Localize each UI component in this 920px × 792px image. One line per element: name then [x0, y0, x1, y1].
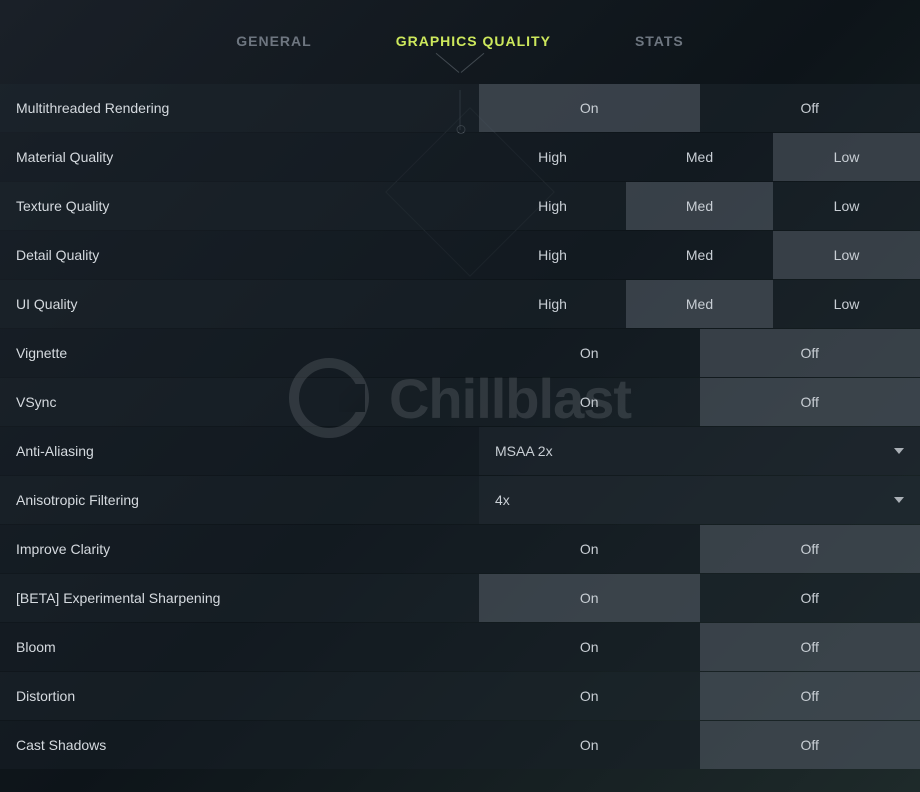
setting-row-texture-quality: Texture QualityHighMedLow [0, 182, 920, 230]
setting-label: UI Quality [0, 280, 479, 328]
option-group: HighMedLow [479, 280, 920, 328]
option-high[interactable]: High [479, 133, 626, 181]
option-on[interactable]: On [479, 84, 700, 132]
tabs-bar: GENERAL GRAPHICS QUALITY STATS [0, 12, 920, 70]
option-on[interactable]: On [479, 672, 700, 720]
option-on[interactable]: On [479, 574, 700, 622]
setting-label: Texture Quality [0, 182, 479, 230]
option-on[interactable]: On [479, 329, 700, 377]
option-off[interactable]: Off [700, 672, 920, 720]
setting-label: Detail Quality [0, 231, 479, 279]
setting-label: Bloom [0, 623, 479, 671]
option-high[interactable]: High [479, 182, 626, 230]
option-low[interactable]: Low [773, 280, 920, 328]
option-off[interactable]: Off [700, 574, 920, 622]
option-group: OnOff [479, 672, 920, 720]
anisotropic-filtering-dropdown[interactable]: 4x [479, 476, 920, 524]
option-low[interactable]: Low [773, 231, 920, 279]
setting-row-distortion: DistortionOnOff [0, 672, 920, 720]
option-group: OnOff [479, 574, 920, 622]
option-med[interactable]: Med [626, 133, 773, 181]
setting-row-beta-sharpening: [BETA] Experimental SharpeningOnOff [0, 574, 920, 622]
setting-label: [BETA] Experimental Sharpening [0, 574, 479, 622]
option-group: OnOff [479, 329, 920, 377]
setting-label: Cast Shadows [0, 721, 479, 769]
anti-aliasing-dropdown[interactable]: MSAA 2x [479, 427, 920, 475]
option-group: OnOff [479, 378, 920, 426]
option-off[interactable]: Off [700, 721, 920, 769]
setting-row-anisotropic-filtering: Anisotropic Filtering4x [0, 476, 920, 524]
tab-graphics-quality[interactable]: GRAPHICS QUALITY [384, 25, 563, 57]
setting-label: Anti-Aliasing [0, 427, 479, 475]
setting-row-cast-shadows: Cast ShadowsOnOff [0, 721, 920, 769]
setting-row-vsync: VSyncOnOff [0, 378, 920, 426]
option-on[interactable]: On [479, 721, 700, 769]
option-off[interactable]: Off [700, 623, 920, 671]
option-group: HighMedLow [479, 231, 920, 279]
setting-row-multithreaded-rendering: Multithreaded RenderingOnOff [0, 84, 920, 132]
tab-general[interactable]: GENERAL [224, 25, 323, 57]
setting-row-material-quality: Material QualityHighMedLow [0, 133, 920, 181]
option-on[interactable]: On [479, 378, 700, 426]
option-group: OnOff [479, 721, 920, 769]
option-group: OnOff [479, 525, 920, 573]
option-med[interactable]: Med [626, 231, 773, 279]
option-off[interactable]: Off [700, 84, 920, 132]
settings-list: Multithreaded RenderingOnOffMaterial Qua… [0, 84, 920, 769]
setting-label: Improve Clarity [0, 525, 479, 573]
option-med[interactable]: Med [626, 280, 773, 328]
option-off[interactable]: Off [700, 525, 920, 573]
chevron-down-icon [894, 497, 904, 503]
setting-row-anti-aliasing: Anti-AliasingMSAA 2x [0, 427, 920, 475]
setting-label: VSync [0, 378, 479, 426]
option-off[interactable]: Off [700, 329, 920, 377]
setting-row-bloom: BloomOnOff [0, 623, 920, 671]
setting-label: Material Quality [0, 133, 479, 181]
option-med[interactable]: Med [626, 182, 773, 230]
option-group: HighMedLow [479, 133, 920, 181]
option-group: OnOff [479, 623, 920, 671]
option-high[interactable]: High [479, 231, 626, 279]
setting-label: Distortion [0, 672, 479, 720]
setting-label: Multithreaded Rendering [0, 84, 479, 132]
setting-row-detail-quality: Detail QualityHighMedLow [0, 231, 920, 279]
option-on[interactable]: On [479, 623, 700, 671]
option-low[interactable]: Low [773, 182, 920, 230]
chevron-down-icon [894, 448, 904, 454]
option-group: OnOff [479, 84, 920, 132]
option-high[interactable]: High [479, 280, 626, 328]
option-off[interactable]: Off [700, 378, 920, 426]
tab-stats[interactable]: STATS [623, 25, 696, 57]
option-low[interactable]: Low [773, 133, 920, 181]
setting-label: Anisotropic Filtering [0, 476, 479, 524]
setting-row-improve-clarity: Improve ClarityOnOff [0, 525, 920, 573]
option-group: HighMedLow [479, 182, 920, 230]
setting-row-ui-quality: UI QualityHighMedLow [0, 280, 920, 328]
option-on[interactable]: On [479, 525, 700, 573]
setting-label: Vignette [0, 329, 479, 377]
setting-row-vignette: VignetteOnOff [0, 329, 920, 377]
